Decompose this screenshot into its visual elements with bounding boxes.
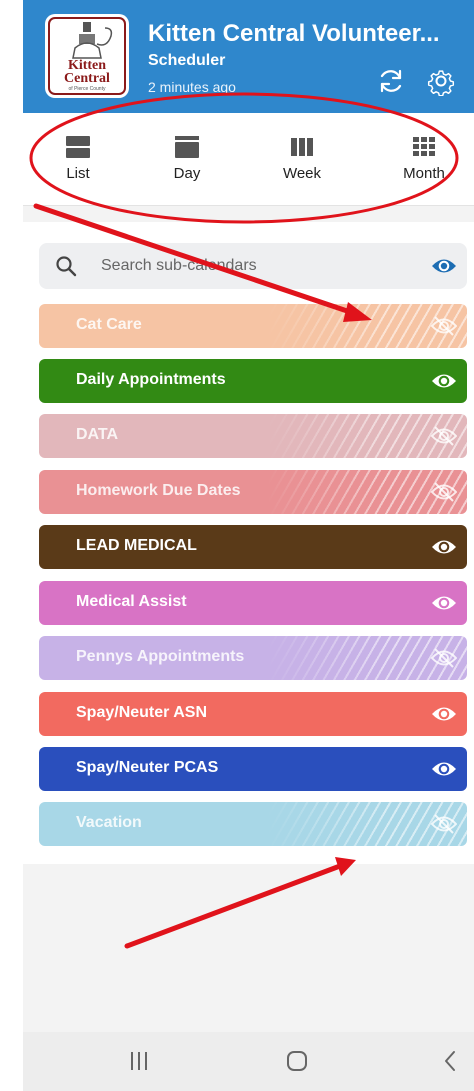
eye-off-icon[interactable]	[431, 424, 457, 448]
month-view-icon	[413, 137, 435, 156]
settings-gear-icon[interactable]	[426, 66, 456, 97]
tab-day[interactable]: Day	[147, 135, 227, 182]
sub-calendar-row[interactable]: Pennys Appointments	[39, 636, 467, 680]
tab-week-label: Week	[282, 165, 322, 182]
sub-calendar-row[interactable]: Spay/Neuter ASN	[39, 692, 467, 736]
sub-calendar-label: DATA	[76, 426, 119, 443]
sub-calendar-label: Spay/Neuter ASN	[76, 704, 207, 721]
app-subtitle: Scheduler	[148, 52, 226, 69]
sub-calendar-label: Homework Due Dates	[76, 482, 241, 499]
eye-icon[interactable]	[431, 535, 457, 559]
tab-month[interactable]: Month	[384, 135, 464, 182]
eye-off-icon[interactable]	[431, 812, 457, 836]
sub-calendar-row[interactable]: LEAD MEDICAL	[39, 525, 467, 569]
search-icon	[56, 256, 77, 277]
eye-off-icon[interactable]	[431, 314, 457, 338]
app-title: Kitten Central Volunteer...	[148, 20, 440, 47]
last-updated: 2 minutes ago	[148, 79, 236, 95]
search-placeholder: Search sub-calendars	[101, 257, 257, 274]
view-switcher: List Day Week Month	[23, 113, 474, 206]
eye-off-icon[interactable]	[431, 480, 457, 504]
week-view-icon	[291, 138, 313, 156]
sub-calendar-row[interactable]: DATA	[39, 414, 467, 458]
sub-calendar-panel: Search sub-calendars Cat Care Daily Appoi…	[23, 222, 474, 864]
sub-calendar-row[interactable]: Vacation	[39, 802, 467, 846]
sub-calendar-label: Daily Appointments	[76, 371, 226, 388]
day-view-icon	[175, 136, 199, 158]
tab-month-label: Month	[403, 165, 445, 182]
eye-icon[interactable]	[431, 702, 457, 726]
svg-text:of Pierce County: of Pierce County	[69, 86, 106, 92]
sub-calendar-row[interactable]: Medical Assist	[39, 581, 467, 625]
search-input[interactable]: Search sub-calendars	[39, 243, 467, 289]
recents-icon[interactable]	[128, 1049, 150, 1073]
tab-list-label: List	[66, 165, 90, 182]
home-icon[interactable]	[285, 1049, 309, 1073]
sub-calendar-label: Medical Assist	[76, 593, 187, 610]
kitten-central-logo: Kitten Central of Pierce County	[45, 14, 129, 98]
eye-icon[interactable]	[431, 757, 457, 781]
eye-icon[interactable]	[431, 254, 457, 278]
sub-calendar-row[interactable]: Daily Appointments	[39, 359, 467, 403]
sub-calendar-row[interactable]: Cat Care	[39, 304, 467, 348]
refresh-icon[interactable]	[376, 66, 406, 96]
eye-icon[interactable]	[431, 591, 457, 615]
sub-calendar-row[interactable]: Homework Due Dates	[39, 470, 467, 514]
android-nav-bar	[23, 1032, 474, 1091]
eye-off-icon[interactable]	[431, 646, 457, 670]
sub-calendar-label: Cat Care	[76, 316, 142, 333]
tab-list[interactable]: List	[38, 135, 118, 182]
eye-icon[interactable]	[431, 369, 457, 393]
sub-calendar-row[interactable]: Spay/Neuter PCAS	[39, 747, 467, 791]
back-icon[interactable]	[441, 1049, 459, 1073]
tab-day-label: Day	[173, 165, 201, 182]
svg-text:Central: Central	[64, 71, 110, 86]
sub-calendar-label: Vacation	[76, 814, 142, 831]
app-header: Kitten Central of Pierce County Kitten C…	[23, 0, 474, 113]
sub-calendar-label: Pennys Appointments	[76, 648, 245, 665]
list-view-icon	[66, 136, 90, 158]
sub-calendar-label: Spay/Neuter PCAS	[76, 759, 219, 776]
sub-calendar-label: LEAD MEDICAL	[76, 537, 197, 554]
app-frame: Kitten Central of Pierce County Kitten C…	[23, 0, 474, 1091]
tab-week[interactable]: Week	[262, 135, 342, 182]
